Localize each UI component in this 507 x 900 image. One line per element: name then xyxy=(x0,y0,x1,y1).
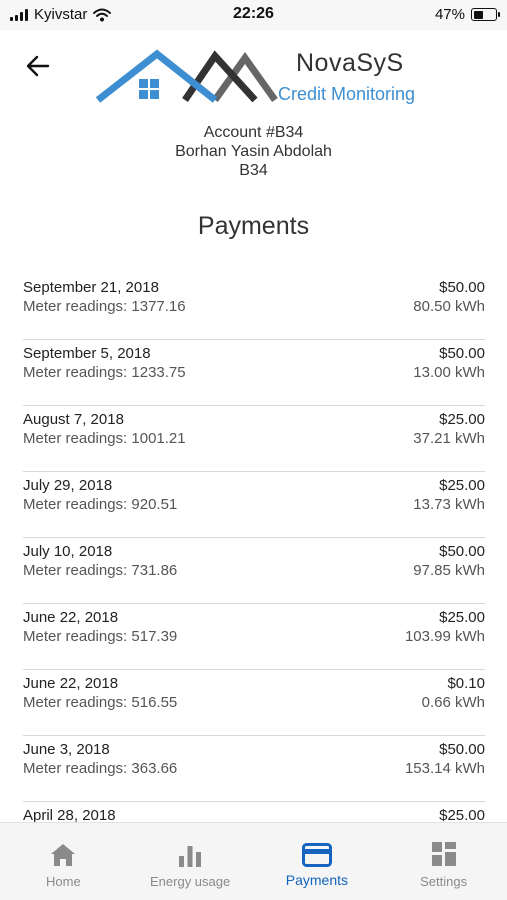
payment-amount: $25.00 xyxy=(439,411,485,428)
tab-energy-usage[interactable]: Energy usage xyxy=(127,823,254,900)
payments-list[interactable]: September 21, 2018 Meter readings: 1377.1… xyxy=(23,274,485,822)
payment-kwh: 13.73 kWh xyxy=(413,496,485,513)
tab-payments[interactable]: Payments xyxy=(254,823,381,900)
payment-amount: $25.00 xyxy=(439,609,485,626)
payment-date: June 22, 2018 xyxy=(23,609,119,626)
payment-kwh: 153.14 kWh xyxy=(404,760,485,777)
payment-date: September 5, 2018 xyxy=(23,345,151,362)
status-bar: Kyivstar 22:26 47% xyxy=(0,0,507,30)
payment-date: June 3, 2018 xyxy=(23,741,110,758)
payment-row[interactable]: June 22, 2018 Meter readings: 517.39 $25.0… xyxy=(23,604,485,670)
tab-home[interactable]: Home xyxy=(0,823,127,900)
payment-date: September 21, 2018 xyxy=(23,279,159,296)
account-code: B34 xyxy=(239,162,268,179)
tab-bar: Home Energy usage Payments Settings xyxy=(0,822,507,900)
payment-date: July 10, 2018 xyxy=(23,543,113,560)
payment-meter-reading: Meter readings: 516.55 xyxy=(23,694,178,711)
payment-meter-reading: Meter readings: 920.51 xyxy=(23,496,178,513)
payment-kwh: 97.85 kWh xyxy=(413,562,485,579)
payment-meter-reading: Meter readings: 363.66 xyxy=(23,760,178,777)
credit-card-icon xyxy=(301,843,332,867)
payment-amount: $25.00 xyxy=(439,477,485,494)
payment-amount: $50.00 xyxy=(439,279,485,296)
home-icon xyxy=(51,844,76,866)
payment-kwh: 37.21 kWh xyxy=(413,430,485,447)
payment-row[interactable]: July 29, 2018 Meter readings: 920.51 $25.0… xyxy=(23,472,485,538)
status-time: 22:26 xyxy=(233,5,274,22)
battery-percent: 47% xyxy=(434,6,465,23)
payment-amount: $50.00 xyxy=(439,741,485,758)
payment-date: April 28, 2018 xyxy=(23,807,116,822)
brand-tagline: Credit Monitoring xyxy=(278,84,416,104)
payment-amount: $25.00 xyxy=(439,807,485,822)
status-right: 47% xyxy=(434,6,500,23)
tab-label-energy-usage: Energy usage xyxy=(150,874,231,889)
payment-date: August 7, 2018 xyxy=(23,411,124,428)
payment-date: July 29, 2018 xyxy=(23,477,113,494)
payment-meter-reading: Meter readings: 1001.21 xyxy=(23,430,186,447)
payment-kwh: 13.00 kWh xyxy=(413,364,485,381)
tab-label-payments: Payments xyxy=(285,872,348,888)
payment-row[interactable]: July 10, 2018 Meter readings: 731.86 $50.0… xyxy=(23,538,485,604)
payment-amount: $0.10 xyxy=(447,675,485,692)
bar-chart-icon xyxy=(179,846,202,867)
page-title: Payments xyxy=(197,212,310,240)
payment-row[interactable]: September 5, 2018 Meter readings: 1233.75… xyxy=(23,340,485,406)
payment-kwh: 103.99 kWh xyxy=(404,628,485,645)
account-info: Account #B34 Borhan Yasin Abdolah B34 xyxy=(0,123,507,180)
payment-row[interactable]: June 3, 2018 Meter readings: 363.66 $50.00… xyxy=(23,736,485,802)
payment-meter-reading: Meter readings: 731.86 xyxy=(23,562,178,579)
grid-icon xyxy=(431,842,456,866)
tab-label-home: Home xyxy=(46,874,81,889)
payment-amount: $50.00 xyxy=(439,543,485,560)
payment-row[interactable]: June 22, 2018 Meter readings: 516.55 $0.10… xyxy=(23,670,485,736)
payment-meter-reading: Meter readings: 1233.75 xyxy=(23,364,186,381)
arrow-left-icon xyxy=(26,55,50,77)
payment-kwh: 80.50 kWh xyxy=(413,298,485,315)
back-button[interactable] xyxy=(22,50,54,82)
payment-row[interactable]: September 21, 2018 Meter readings: 1377.1… xyxy=(23,274,485,340)
payment-row[interactable]: August 7, 2018 Meter readings: 1001.21 $25… xyxy=(23,406,485,472)
payment-row[interactable]: April 28, 2018 $25.00 xyxy=(23,802,485,822)
account-name: Borhan Yasin Abdolah xyxy=(175,143,332,160)
battery-icon xyxy=(471,8,500,21)
tab-label-settings: Settings xyxy=(420,874,468,889)
payment-meter-reading: Meter readings: 1377.16 xyxy=(23,298,186,315)
payment-meter-reading: Meter readings: 517.39 xyxy=(23,628,178,645)
account-number: Account #B34 xyxy=(203,124,304,141)
brand-name: NovaSyS xyxy=(296,49,404,77)
payment-date: June 22, 2018 xyxy=(23,675,119,692)
payment-amount: $50.00 xyxy=(439,345,485,362)
payment-kwh: 0.66 kWh xyxy=(421,694,485,711)
tab-settings[interactable]: Settings xyxy=(380,823,507,900)
